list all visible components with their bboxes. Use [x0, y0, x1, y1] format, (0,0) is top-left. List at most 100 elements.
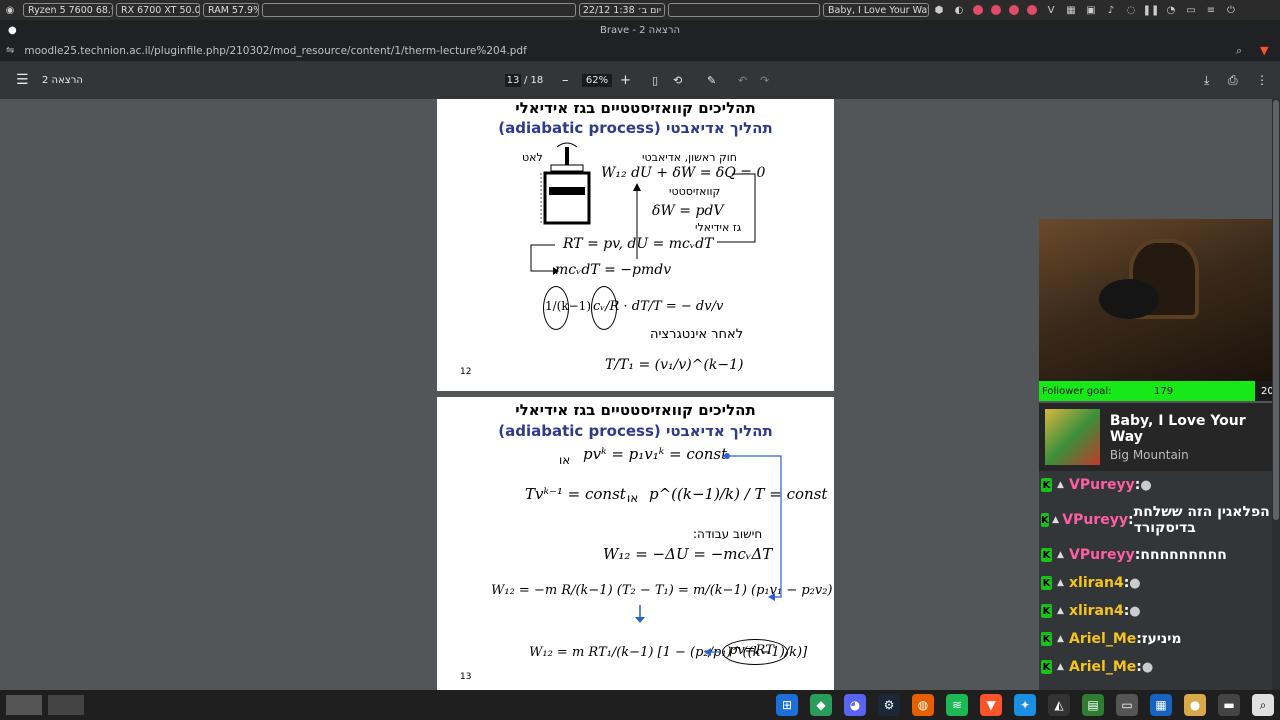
chat-username[interactable]: Ariel_Me: [1069, 659, 1136, 675]
brave-icon[interactable]: ▼: [980, 694, 1002, 716]
steam-icon[interactable]: ⚙: [878, 694, 900, 716]
power-icon[interactable]: ⏻: [1225, 4, 1237, 16]
url-bar[interactable]: ⇋ moodle25.technion.ac.il/pluginfile.php…: [0, 40, 1280, 61]
scrollbar-thumb[interactable]: [1273, 100, 1279, 520]
tray-icon-3[interactable]: ▦: [1065, 4, 1077, 16]
system-topbar: ◉ Ryzen 5 7600 68.9 °C RX 6700 XT 50.0 °…: [0, 0, 1280, 20]
tray-icon-1[interactable]: ⬢: [933, 4, 945, 16]
terminal-icon[interactable]: ▬: [1218, 694, 1240, 716]
network-icon[interactable]: ▭: [1185, 4, 1197, 16]
tray-dot-4[interactable]: [1027, 5, 1037, 15]
emote-icon: ●: [1140, 477, 1152, 493]
webcam-microphone: [1099, 279, 1159, 319]
kick-badge-icon: K: [1041, 660, 1052, 674]
pause-icon[interactable]: ❚❚: [1143, 4, 1160, 16]
song-title: Baby, I Love Your Way: [1109, 412, 1246, 445]
eq-circle: 1/(k−1): [545, 299, 592, 313]
spotify-icon[interactable]: ≋: [946, 694, 968, 716]
store-icon[interactable]: ▦: [1150, 694, 1172, 716]
settings-icon[interactable]: ≡: [1205, 4, 1217, 16]
eq-result: T/T₁ = (v₁/v)^(k−1): [605, 357, 744, 373]
gpu-monitor: RX 6700 XT 50.0 °C: [116, 3, 200, 17]
rotate-icon[interactable]: ⟲: [673, 74, 682, 87]
download-icon[interactable]: ⤓: [1204, 73, 1209, 88]
chat-username[interactable]: xliran4: [1069, 603, 1124, 619]
chat-message: K ▲ VPureyy : הפלאגין הזה ששלחת בדיסקורד: [1039, 499, 1273, 541]
windows-icon[interactable]: ⊞: [776, 694, 798, 716]
user-badge-icon: ▲: [1057, 634, 1064, 644]
android-icon[interactable]: ◆: [810, 694, 832, 716]
search-icon[interactable]: ⌕: [1252, 694, 1274, 716]
chat-message: K ▲ xliran4 : ●: [1039, 569, 1273, 597]
zoom-in-button[interactable]: +: [620, 73, 631, 88]
media-title: Baby, I Love Your Way: [828, 4, 929, 16]
pdf-page-12: תהליכים קוואזיסטטיים בגז אידיאלי (adiaba…: [437, 99, 834, 391]
follower-goal-bar: Follower goal: 179 200: [1039, 381, 1280, 401]
workspace-preview-2[interactable]: [48, 695, 84, 715]
tray-icon-5[interactable]: ◌: [1125, 4, 1137, 16]
tray-icon-2[interactable]: ◐: [953, 4, 965, 16]
zoom-input[interactable]: 62%: [582, 74, 612, 87]
chat-username[interactable]: Ariel_Me: [1069, 631, 1136, 647]
tray-icon-6[interactable]: ◔: [1165, 4, 1177, 16]
brave-shields-icon[interactable]: ▼: [1260, 44, 1268, 57]
zoom-search-icon[interactable]: ⌕: [1236, 44, 1242, 58]
zoom-out-button[interactable]: –: [562, 73, 569, 88]
layers-icon[interactable]: ▤: [1082, 694, 1104, 716]
taskbar-empty-slot-2: [668, 3, 820, 17]
compass-icon[interactable]: ✦: [1014, 694, 1036, 716]
chat-message-text: חחחחחחחחח: [1140, 547, 1227, 563]
chat-username[interactable]: VPureyy: [1069, 547, 1135, 563]
annotate-icon[interactable]: ✎: [707, 74, 716, 87]
user-badge-icon: ▲: [1057, 550, 1064, 560]
menu-icon[interactable]: ☰: [16, 72, 29, 88]
emote-icon: ●: [1129, 603, 1141, 619]
firefox-icon[interactable]: ◍: [912, 694, 934, 716]
more-options-icon[interactable]: ⋮: [1256, 73, 1268, 87]
pdf-doc-title: הרצאה 2: [42, 74, 83, 86]
site-info-icon[interactable]: ⇋: [6, 45, 14, 56]
vlc-icon[interactable]: ●: [1184, 694, 1206, 716]
user-badge-icon: ▲: [1052, 515, 1059, 525]
inkscape-icon[interactable]: ◭: [1048, 694, 1070, 716]
follower-count: 179: [1154, 385, 1174, 397]
tray-icon-4[interactable]: ▣: [1085, 4, 1097, 16]
pdf-toolbar: ☰ הרצאה 2 13 / 18 – 62% + ▯ ⟲ ✎ ↶ ↷ ⤓ ⎙ …: [0, 61, 1280, 99]
chat-message: K ▲ Ariel_Me : ●: [1039, 653, 1273, 681]
user-badge-icon: ▲: [1057, 606, 1064, 616]
follower-goal-label: Follower goal:: [1042, 385, 1112, 397]
chat-message-text: מיניעז: [1141, 631, 1182, 647]
user-badge-icon: ▲: [1057, 480, 1064, 490]
tray-dot-3[interactable]: [1009, 5, 1019, 15]
workspace-preview-1[interactable]: [6, 695, 42, 715]
album-art: [1045, 409, 1100, 465]
kick-badge-icon: K: [1041, 576, 1052, 590]
url-text[interactable]: moodle25.technion.ac.il/pluginfile.php/2…: [24, 45, 526, 57]
undo-icon[interactable]: ↶: [738, 74, 747, 87]
app-launcher-icon[interactable]: ◉: [4, 4, 16, 16]
media-widget[interactable]: Baby, I Love Your Way: [823, 3, 929, 17]
chat-message-text: הפלאגין הזה ששלחת בדיסקורד: [1133, 504, 1270, 536]
kick-badge-icon: K: [1041, 604, 1052, 618]
now-playing-widget: Baby, I Love Your Way Big Mountain: [1039, 403, 1280, 471]
fit-page-icon[interactable]: ▯: [652, 74, 658, 87]
tray-dot-2[interactable]: [991, 5, 1001, 15]
user-badge-icon: ▲: [1057, 578, 1064, 588]
page-number-input[interactable]: 13: [505, 74, 521, 87]
tray-dot-1[interactable]: [973, 5, 983, 15]
print-icon[interactable]: ⎙: [1228, 73, 1238, 88]
volume-icon[interactable]: ♪: [1105, 4, 1117, 16]
after-integration-label: לאחר אינטגרציה: [650, 327, 744, 342]
chat-message: K ▲ Ariel_Me : מיניעז: [1039, 625, 1273, 653]
clock[interactable]: 22/12 יום ב׳ 1:38: [579, 3, 665, 17]
chat-username[interactable]: VPureyy: [1069, 477, 1135, 493]
kick-badge-icon: K: [1041, 478, 1052, 492]
discord-icon[interactable]: ◕: [844, 694, 866, 716]
chat-username[interactable]: xliran4: [1069, 575, 1124, 591]
files-icon[interactable]: ▭: [1116, 694, 1138, 716]
kick-badge-icon: K: [1041, 513, 1049, 527]
page-total: / 18: [524, 74, 544, 86]
tray-icon-v[interactable]: V: [1045, 4, 1057, 16]
chat-username[interactable]: VPureyy: [1062, 512, 1128, 528]
redo-icon[interactable]: ↷: [760, 74, 769, 87]
